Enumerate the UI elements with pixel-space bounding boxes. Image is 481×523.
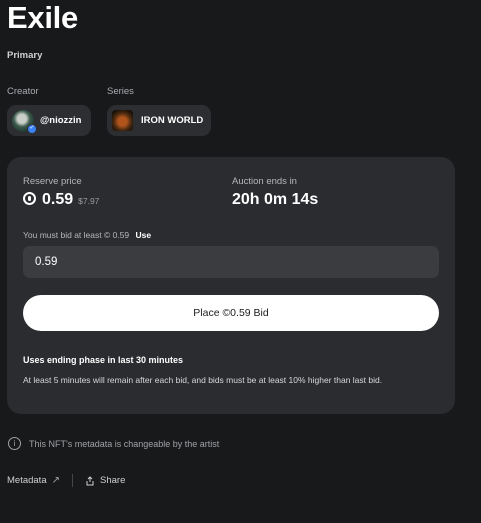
info-icon: i	[8, 437, 21, 450]
series-label: Series	[107, 86, 134, 97]
metadata-link[interactable]: Metadata ↗	[7, 475, 60, 486]
share-icon	[86, 475, 94, 485]
share-button[interactable]: Share	[85, 475, 125, 486]
share-label: Share	[100, 475, 126, 486]
series-chip[interactable]: IRON WORLD	[107, 105, 211, 136]
creator-chip[interactable]: ✓ @niozzin	[7, 105, 91, 136]
min-bid-text: You must bid at least © 0.59	[23, 230, 130, 240]
currency-icon	[23, 192, 36, 205]
external-link-icon: ↗	[51, 475, 61, 486]
ending-phase-description: At least 5 minutes will remain after eac…	[23, 375, 383, 385]
metadata-notice: i This NFT's metadata is changeable by t…	[8, 437, 219, 450]
edition-type: Primary	[7, 50, 43, 61]
verified-badge-icon: ✓	[27, 123, 37, 134]
auction-countdown: 20h 0m 14s	[232, 191, 319, 208]
bid-amount-input[interactable]	[23, 246, 439, 278]
footer-actions: Metadata ↗ Share	[7, 474, 125, 487]
auction-ends-label: Auction ends in	[232, 176, 297, 187]
series-name: IRON WORLD	[141, 115, 204, 126]
footer-divider	[72, 474, 74, 487]
series-thumbnail	[112, 110, 133, 131]
reserve-price-label: Reserve price	[23, 176, 82, 187]
creator-label: Creator	[7, 86, 39, 97]
ending-phase-title: Uses ending phase in last 30 minutes	[23, 355, 184, 365]
place-bid-button[interactable]: Place ©0.59 Bid	[23, 295, 439, 331]
min-bid-hint: You must bid at least © 0.59 Use	[23, 230, 151, 240]
auction-panel: Reserve price Auction ends in 0.59 $7.97…	[7, 157, 455, 414]
use-min-bid-button[interactable]: Use	[136, 230, 152, 240]
reserve-price-usd: $7.97	[78, 196, 100, 206]
creator-avatar: ✓	[12, 109, 37, 134]
creator-handle: @niozzin	[40, 115, 82, 126]
page-title: Exile	[7, 0, 78, 35]
reserve-price-value: 0.59	[42, 191, 74, 208]
metadata-notice-text: This NFT's metadata is changeable by the…	[29, 438, 220, 449]
metadata-link-label: Metadata	[7, 475, 47, 486]
reserve-price: 0.59 $7.97	[23, 191, 99, 209]
